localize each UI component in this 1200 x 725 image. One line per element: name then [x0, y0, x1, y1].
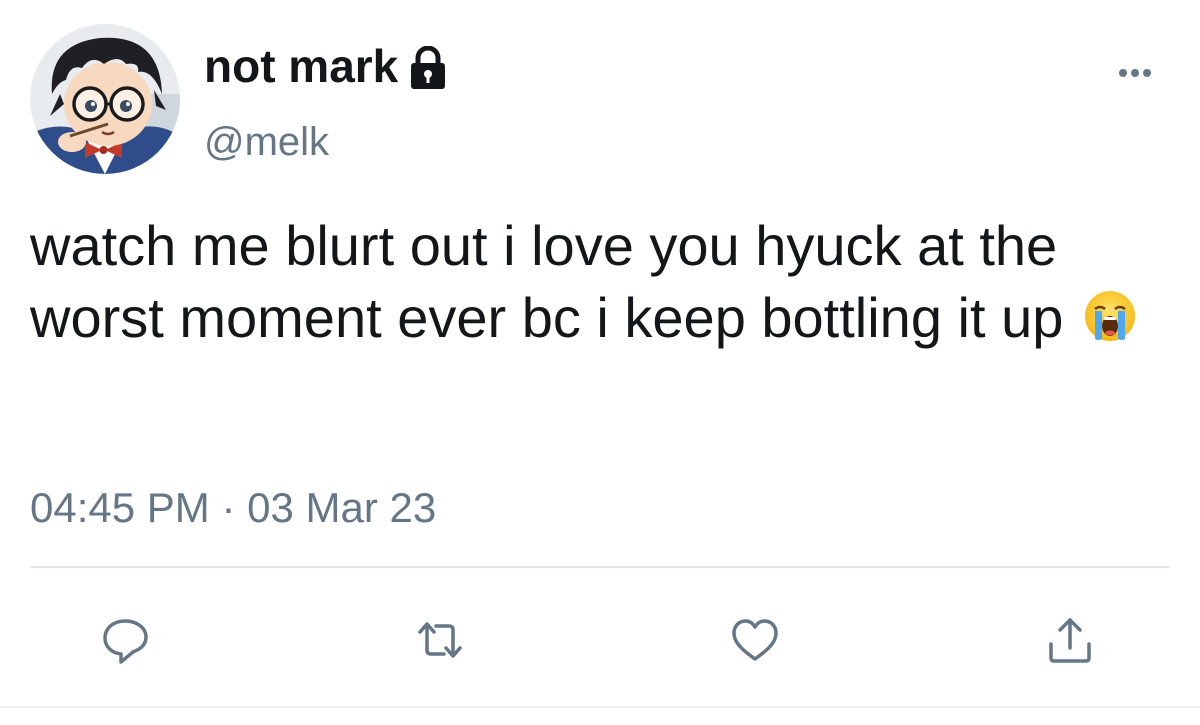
display-name-row: not mark — [204, 36, 448, 96]
reply-icon — [103, 619, 148, 664]
timestamp-separator: · — [221, 484, 236, 531]
heart-icon — [732, 619, 778, 661]
tweet-date: 03 Mar 23 — [247, 484, 437, 531]
reply-button[interactable] — [97, 612, 153, 668]
retweet-icon — [418, 622, 462, 658]
retweet-button[interactable] — [412, 612, 468, 668]
divider — [30, 566, 1170, 568]
share-button[interactable] — [1042, 612, 1098, 668]
loudly-crying-face-icon — [1083, 288, 1137, 342]
tweet-time: 04:45 PM — [30, 484, 210, 531]
avatar[interactable] — [30, 24, 180, 174]
tweet-timestamp: 04:45 PM · 03 Mar 23 — [30, 480, 436, 536]
more-dots-icon — [1119, 69, 1151, 77]
tweet-text: watch me blurt out i love you hyuck at t… — [30, 210, 1170, 354]
tweet-body: watch me blurt out i love you hyuck at t… — [30, 214, 1064, 349]
user-handle[interactable]: @melk — [204, 116, 329, 168]
more-options-button[interactable] — [1110, 58, 1160, 88]
bottom-divider — [0, 706, 1200, 708]
share-icon — [1049, 618, 1091, 663]
like-button[interactable] — [727, 612, 783, 668]
display-name[interactable]: not mark — [204, 36, 398, 96]
anime-avatar-icon — [30, 24, 180, 174]
lock-icon — [408, 44, 448, 89]
